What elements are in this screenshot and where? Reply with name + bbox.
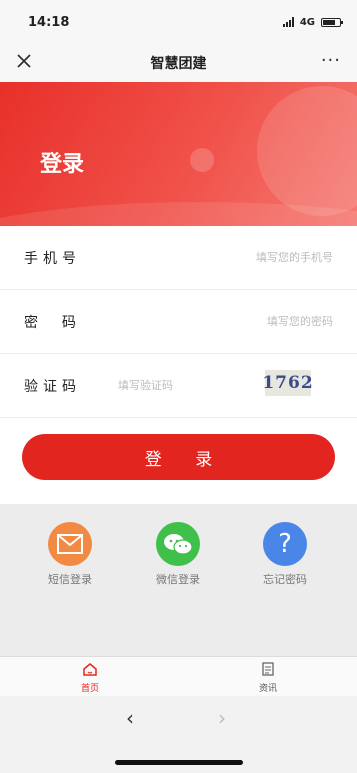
network-label: 4G [299, 16, 315, 28]
password-label: 密 码 [24, 314, 81, 331]
tab-news-label: 资讯 [258, 684, 277, 694]
nav-bar: 智慧团建 ··· [0, 44, 357, 82]
password-input[interactable] [171, 314, 335, 329]
page-title: 智慧团建 [150, 56, 207, 72]
news-icon [262, 662, 274, 676]
forgot-password-label: 忘记密码 [263, 573, 307, 586]
tab-news[interactable]: 资讯 [238, 661, 298, 694]
wechat-login-option[interactable]: 微信登录 [138, 522, 218, 587]
browser-toolbar: ‹ › [0, 696, 357, 773]
login-form: 手机号 密 码 验证码 1762 登 录 [0, 226, 357, 504]
code-input[interactable] [116, 378, 240, 393]
wechat-login-label: 微信登录 [156, 573, 200, 586]
tab-bar: 首页 资讯 [0, 656, 357, 696]
password-row: 密 码 [0, 290, 357, 354]
login-button[interactable]: 登 录 [22, 434, 335, 480]
home-icon [83, 663, 97, 676]
phone-row: 手机号 [0, 226, 357, 290]
banner-title: 登录 [40, 152, 85, 177]
banner-decor-circle [257, 86, 357, 216]
close-icon[interactable] [16, 52, 32, 72]
forgot-password-option[interactable]: ? 忘记密码 [245, 522, 325, 587]
wechat-icon[interactable] [156, 522, 200, 566]
tab-home-label: 首页 [80, 684, 99, 694]
tab-home[interactable]: 首页 [60, 661, 120, 694]
forward-button[interactable]: › [218, 706, 226, 730]
more-icon[interactable]: ··· [321, 50, 341, 71]
question-icon[interactable]: ? [263, 522, 307, 566]
phone-label: 手机号 [24, 250, 81, 267]
code-row: 验证码 1762 [0, 354, 357, 418]
signal-icon [282, 17, 294, 27]
battery-icon [321, 17, 343, 27]
banner-decor-dot [190, 148, 214, 172]
captcha-image[interactable]: 1762 [262, 370, 313, 396]
status-time: 14:18 [28, 14, 70, 30]
sms-login-option[interactable]: 短信登录 [30, 522, 110, 587]
login-banner: 登录 [0, 82, 357, 226]
alt-login-area: 短信登录 微信登录 ? 忘记密码 [0, 504, 357, 656]
code-label: 验证码 [24, 378, 81, 395]
sms-login-label: 短信登录 [48, 573, 92, 586]
home-indicator[interactable] [115, 760, 243, 765]
banner-decor-wave [0, 202, 357, 226]
status-indicators: 4G [282, 16, 343, 28]
phone-input[interactable] [171, 250, 335, 265]
envelope-icon[interactable] [48, 522, 92, 566]
back-button[interactable]: ‹ [126, 706, 134, 730]
status-bar: 14:18 4G [0, 0, 357, 44]
